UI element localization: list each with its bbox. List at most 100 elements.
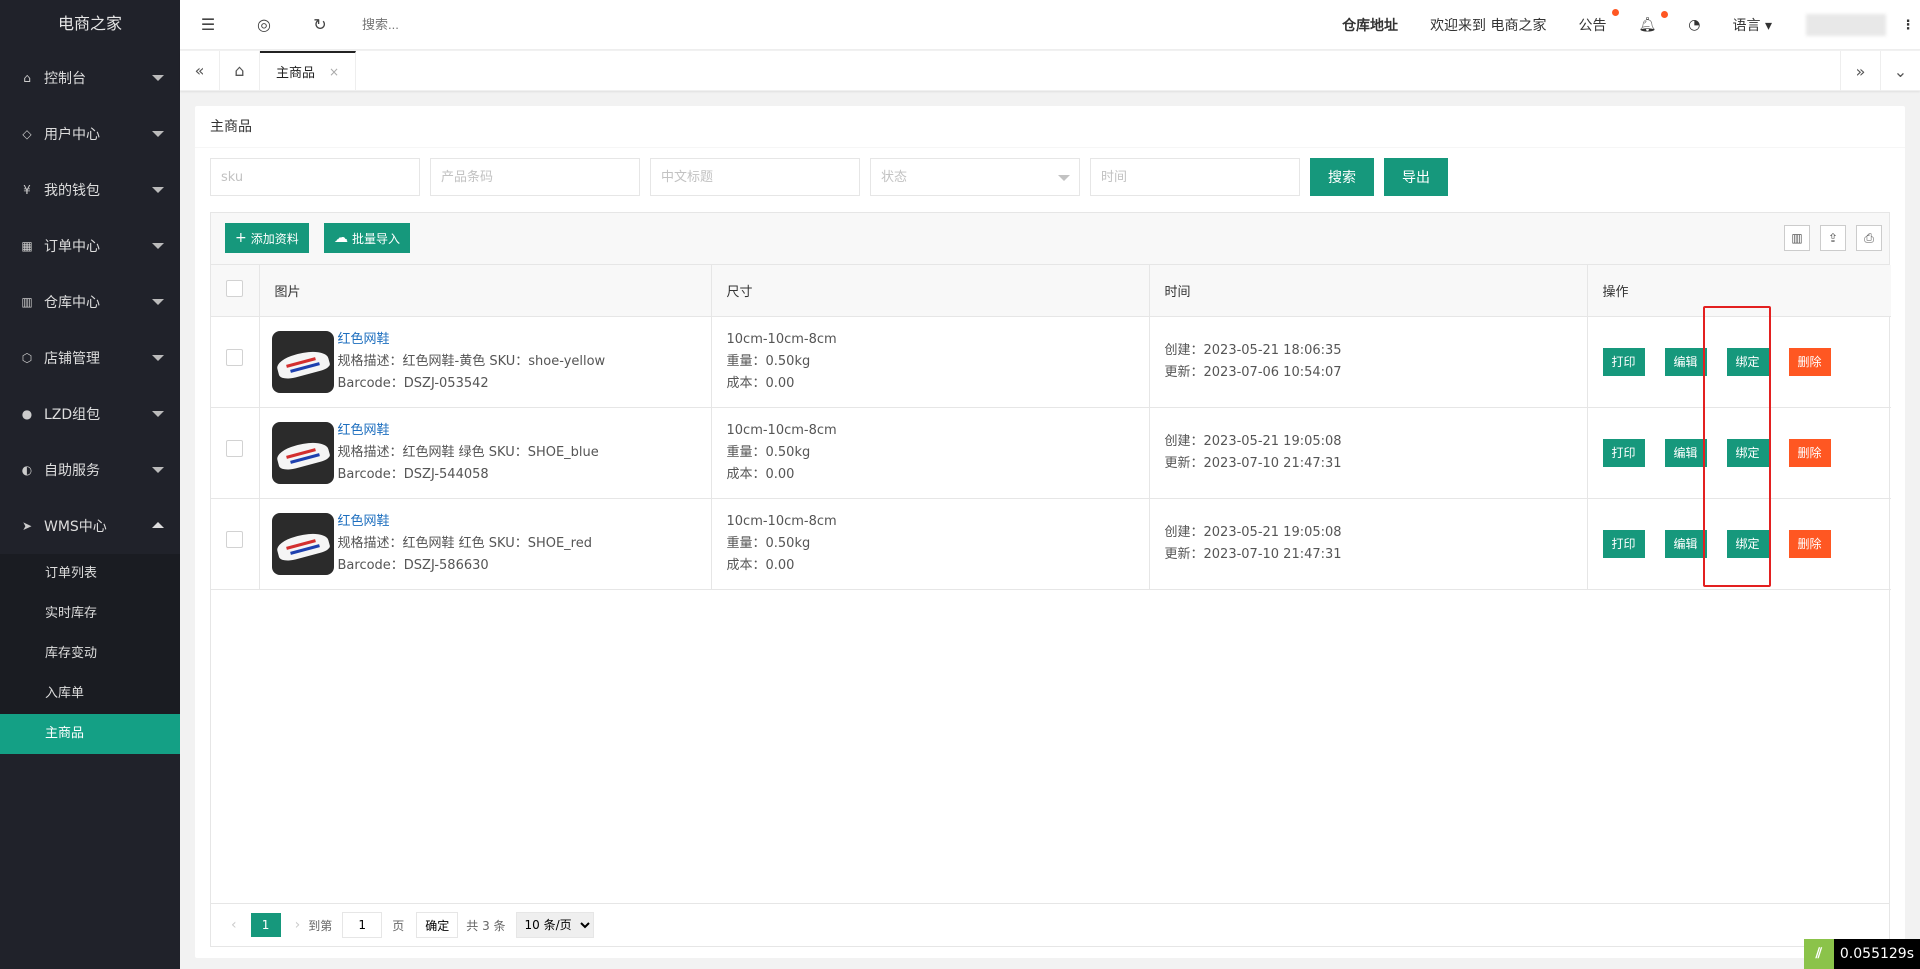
bind-button[interactable]: 绑定 xyxy=(1726,529,1769,558)
sidebar-item-orders[interactable]: ▦ 订单中心 xyxy=(0,218,180,274)
palette-icon[interactable]: ◔ xyxy=(1672,17,1716,33)
sku-input[interactable] xyxy=(210,158,420,196)
delete-button[interactable]: 删除 xyxy=(1788,529,1831,558)
size-cell: 10cm-10cm-8cm 重量：0.50kg 成本：0.00 xyxy=(711,498,1150,590)
cost: 成本：0.00 xyxy=(726,375,795,391)
chevron-down-icon xyxy=(152,243,164,249)
delete-button[interactable]: 删除 xyxy=(1788,347,1831,376)
more-vertical-icon[interactable]: ⋮ xyxy=(1896,18,1920,33)
column-header-time[interactable]: 时间 xyxy=(1149,265,1588,317)
sidebar-item-label: 仓库中心 xyxy=(44,295,100,311)
avatar[interactable] xyxy=(1806,14,1886,36)
product-thumbnail[interactable] xyxy=(271,330,334,393)
chevron-down-icon xyxy=(152,467,164,473)
sidebar-item-wms[interactable]: ➤ WMS中心 xyxy=(0,498,180,554)
sidebar-item-warehouse[interactable]: ▥ 仓库中心 xyxy=(0,274,180,330)
sidebar-item-label: 控制台 xyxy=(44,71,86,87)
print-icon[interactable]: ⎙ xyxy=(1856,225,1882,251)
column-header-ops: 操作 xyxy=(1587,265,1891,317)
goto-confirm-button[interactable]: 确定 xyxy=(416,912,459,938)
add-item-button[interactable]: + 添加资料 xyxy=(225,223,309,253)
sidebar-subitem-inbound[interactable]: 入库单 xyxy=(0,674,180,714)
product-thumbnail[interactable] xyxy=(271,512,334,575)
sidebar-subitem-main-product[interactable]: 主商品 xyxy=(0,714,180,754)
globe-icon[interactable]: ◎ xyxy=(236,15,292,34)
sidebar-item-store[interactable]: ⬡ 店铺管理 xyxy=(0,330,180,386)
sidebar-item-label: LZD组包 xyxy=(44,407,101,423)
row-checkbox[interactable] xyxy=(226,531,243,548)
edit-button[interactable]: 编辑 xyxy=(1664,438,1707,467)
print-button[interactable]: 打印 xyxy=(1602,529,1645,558)
total-count: 共 3 条 xyxy=(466,918,506,933)
row-checkbox[interactable] xyxy=(226,440,243,457)
ops-cell: 打印 编辑 绑定 删除 xyxy=(1587,407,1891,499)
page-size-select[interactable]: 10 条/页 xyxy=(515,912,594,938)
product-name-link[interactable]: 红色网鞋 xyxy=(338,329,606,351)
product-table: 图片 尺寸 时间 操作 红色网鞋 规格描述：红色网鞋-黄色 SKU：shoe-y… xyxy=(211,265,1891,590)
barcode-input[interactable] xyxy=(430,158,640,196)
thinkphp-logo-icon[interactable]: ⫽ xyxy=(1803,939,1834,969)
debug-timer: ⫽ 0.055129s xyxy=(1803,939,1920,969)
sidebar-item-wallet[interactable]: ¥ 我的钱包 xyxy=(0,162,180,218)
wallet-icon: ¥ xyxy=(23,183,31,197)
cn-title-input[interactable] xyxy=(650,158,860,196)
sidebar-item-users[interactable]: ◇ 用户中心 xyxy=(0,106,180,162)
menu-collapse-icon[interactable]: ☰ xyxy=(180,15,236,34)
row-checkbox[interactable] xyxy=(226,349,243,366)
sidebar-item-lzd[interactable]: ● LZD组包 xyxy=(0,386,180,442)
status-select[interactable] xyxy=(870,158,1090,196)
sidebar-subitem-order-list[interactable]: 订单列表 xyxy=(0,554,180,594)
export-button[interactable]: 导出 xyxy=(1384,158,1448,196)
next-page-icon[interactable]: › xyxy=(295,917,301,933)
sidebar-item-label: 订单中心 xyxy=(44,239,100,255)
top-search-input[interactable] xyxy=(362,17,562,32)
delete-button[interactable]: 删除 xyxy=(1788,438,1831,467)
column-header-image[interactable]: 图片 xyxy=(259,265,712,317)
home-tab-icon[interactable]: ⌂ xyxy=(220,51,260,90)
edit-button[interactable]: 编辑 xyxy=(1664,347,1707,376)
product-thumbnail[interactable] xyxy=(271,421,334,484)
diamond-icon: ◇ xyxy=(22,127,32,141)
product-name-link[interactable]: 红色网鞋 xyxy=(338,511,593,533)
bell-icon[interactable]: 🔔︎ xyxy=(1623,11,1673,33)
sidebar: 电商之家 ⌂ 控制台 ◇ 用户中心 ¥ 我的钱包 ▦ 订单中心 ▥ 仓库中心 ⬡… xyxy=(0,0,180,969)
product-name-link[interactable]: 红色网鞋 xyxy=(338,420,599,442)
prev-page-icon[interactable]: ‹ xyxy=(231,917,237,933)
sidebar-item-label: 自助服务 xyxy=(44,463,100,479)
edit-button[interactable]: 编辑 xyxy=(1664,529,1707,558)
sidebar-item-self-service[interactable]: ◐ 自助服务 xyxy=(0,442,180,498)
sidebar-subitem-realtime-stock[interactable]: 实时库存 xyxy=(0,594,180,634)
time-input[interactable] xyxy=(1090,158,1300,196)
refresh-icon[interactable]: ↻ xyxy=(292,15,348,34)
sidebar-subitem-stock-changes[interactable]: 库存变动 xyxy=(0,634,180,674)
status-select-input[interactable] xyxy=(870,158,1080,196)
columns-filter-icon[interactable]: ▥ xyxy=(1784,225,1810,251)
language-dropdown[interactable]: 语言 ▾ xyxy=(1717,15,1788,35)
tabs-scroll-right-icon[interactable]: » xyxy=(1840,51,1880,91)
package-icon: ● xyxy=(21,407,33,421)
tabs-scroll-left-icon[interactable]: « xyxy=(180,51,220,90)
product-barcode: Barcode：DSZJ-053542 xyxy=(337,375,489,391)
close-icon[interactable]: × xyxy=(329,65,339,79)
tabs-menu-chevron-icon[interactable]: ⌄ xyxy=(1880,51,1920,91)
warehouse-icon: ▥ xyxy=(21,295,33,309)
tab-main-product[interactable]: 主商品 × xyxy=(260,51,357,90)
goto-page-input[interactable] xyxy=(342,912,383,938)
bulk-import-button[interactable]: ☁ 批量导入 xyxy=(324,223,411,253)
print-button[interactable]: 打印 xyxy=(1602,438,1645,467)
notice-label: 公告 xyxy=(1578,18,1607,34)
notice-link[interactable]: 公告 xyxy=(1563,9,1623,35)
export-table-icon[interactable]: ⇪ xyxy=(1820,225,1846,251)
print-button[interactable]: 打印 xyxy=(1602,347,1645,376)
select-all-checkbox[interactable] xyxy=(226,279,243,297)
sidebar-item-dashboard[interactable]: ⌂ 控制台 xyxy=(0,50,180,106)
bind-button[interactable]: 绑定 xyxy=(1726,438,1769,467)
warehouse-address-link[interactable]: 仓库地址 xyxy=(1326,15,1414,35)
search-button[interactable]: 搜索 xyxy=(1310,158,1374,196)
column-header-size[interactable]: 尺寸 xyxy=(711,265,1150,317)
select-all-cell xyxy=(211,265,260,317)
bind-button[interactable]: 绑定 xyxy=(1726,347,1769,376)
page-number-current[interactable]: 1 xyxy=(250,913,281,937)
language-label: 语言 xyxy=(1732,18,1761,34)
dimensions: 10cm-10cm-8cm xyxy=(726,513,837,529)
